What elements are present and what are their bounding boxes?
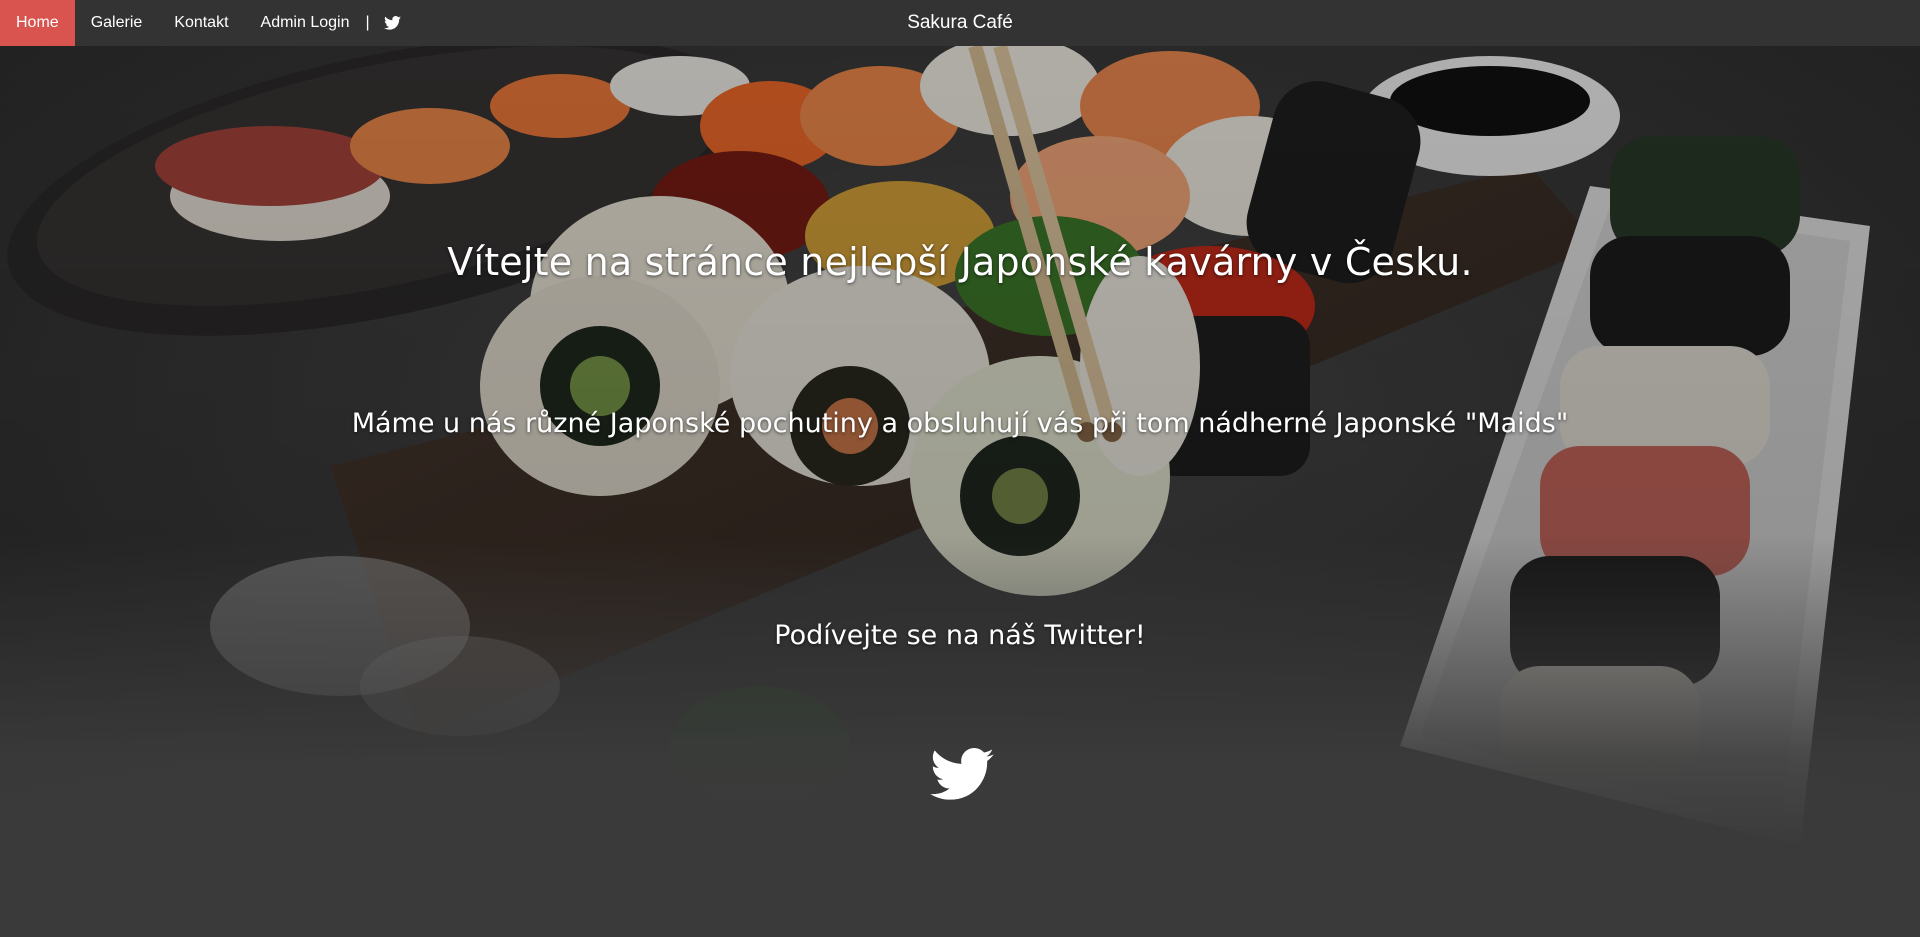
nav-admin-login-link[interactable]: Admin Login [245, 0, 366, 46]
nav-twitter-link[interactable] [374, 0, 411, 46]
nav-links: Home Galerie Kontakt Admin Login | [0, 0, 411, 46]
nav-gallery-link[interactable]: Galerie [75, 0, 159, 46]
site-title[interactable]: Sakura Café [907, 12, 1013, 33]
page: Home Galerie Kontakt Admin Login | Sakur… [0, 0, 1920, 937]
nav-home-link[interactable]: Home [0, 0, 75, 46]
tagline-text: Máme u nás různé Japonské pochutiny a ob… [351, 408, 1569, 439]
nav-separator: | [365, 14, 370, 31]
navbar: Home Galerie Kontakt Admin Login | Sakur… [0, 0, 1920, 46]
nav-contact-link[interactable]: Kontakt [158, 0, 244, 46]
twitter-link[interactable] [930, 748, 994, 804]
twitter-icon [383, 16, 401, 30]
twitter-icon [930, 748, 994, 800]
twitter-cta-text: Podívejte se na náš Twitter! [774, 620, 1146, 651]
welcome-heading: Vítejte na stránce nejlepší Japonské kav… [447, 240, 1473, 284]
